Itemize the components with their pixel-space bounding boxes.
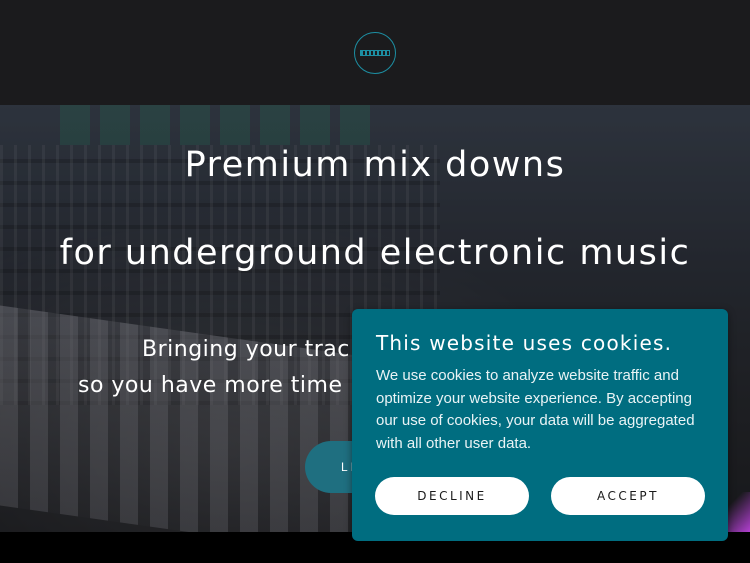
cookie-banner-text: We use cookies to analyze website traffi… (376, 367, 695, 452)
equalizer-logo-icon (360, 50, 390, 56)
hero-title-line2: for underground electronic music (59, 233, 691, 273)
decline-cookies-button[interactable]: DECLINE (375, 477, 529, 515)
site-logo[interactable] (354, 32, 396, 74)
hero-title-line1: Premium mix downs (184, 145, 566, 185)
site-header (0, 0, 750, 105)
cookie-consent-banner: This website uses cookies. We use cookie… (352, 309, 728, 541)
accept-cookies-button[interactable]: ACCEPT (551, 477, 705, 515)
cookie-banner-title: This website uses cookies. (376, 331, 673, 355)
